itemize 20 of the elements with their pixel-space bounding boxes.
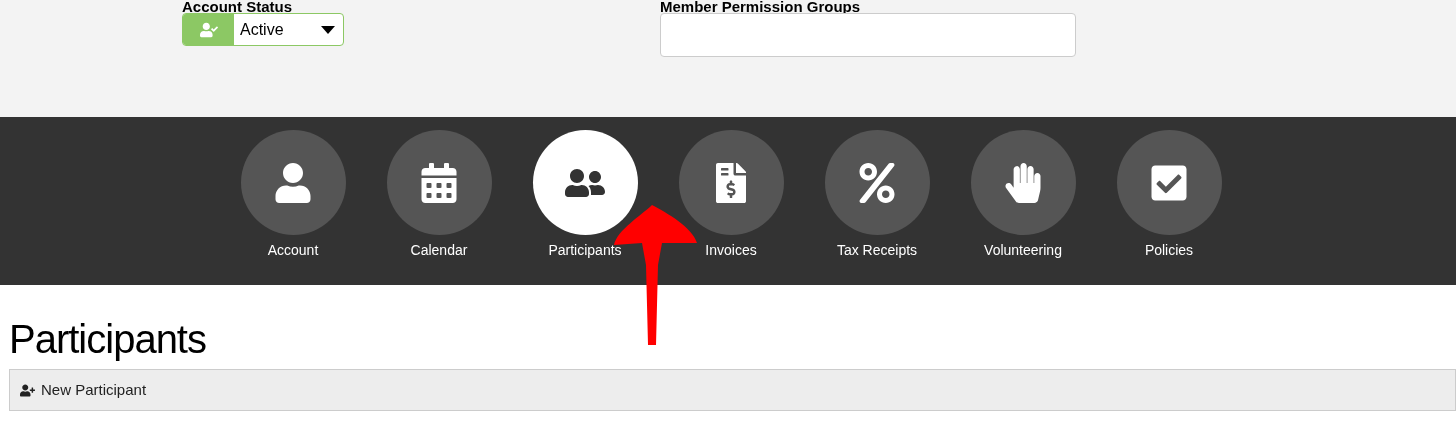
nav-label: Policies [1144, 241, 1194, 260]
nav-label: Tax Receipts [836, 241, 918, 260]
permission-groups-field[interactable] [660, 13, 1076, 57]
field-label: Member Permission Groups [660, 0, 862, 13]
calendar-icon [419, 162, 459, 203]
nav-label: Volunteering [984, 241, 1062, 260]
percent-icon [857, 162, 897, 203]
field-label: Account Status [182, 0, 293, 13]
nav-label: Invoices [705, 241, 757, 260]
nav-label: Account [267, 241, 319, 260]
person-icon [273, 162, 313, 203]
nav-label: Participants [548, 241, 622, 260]
new-participant-button[interactable]: New Participant [20, 378, 147, 402]
page-heading: Participants [9, 317, 207, 361]
raised-hand-icon [1003, 162, 1043, 203]
caret-icon [321, 25, 335, 34]
status-select[interactable]: Active [182, 13, 344, 46]
nav-label: Calendar [410, 241, 468, 260]
user-check-icon [199, 20, 218, 39]
add-user-icon [20, 382, 35, 398]
